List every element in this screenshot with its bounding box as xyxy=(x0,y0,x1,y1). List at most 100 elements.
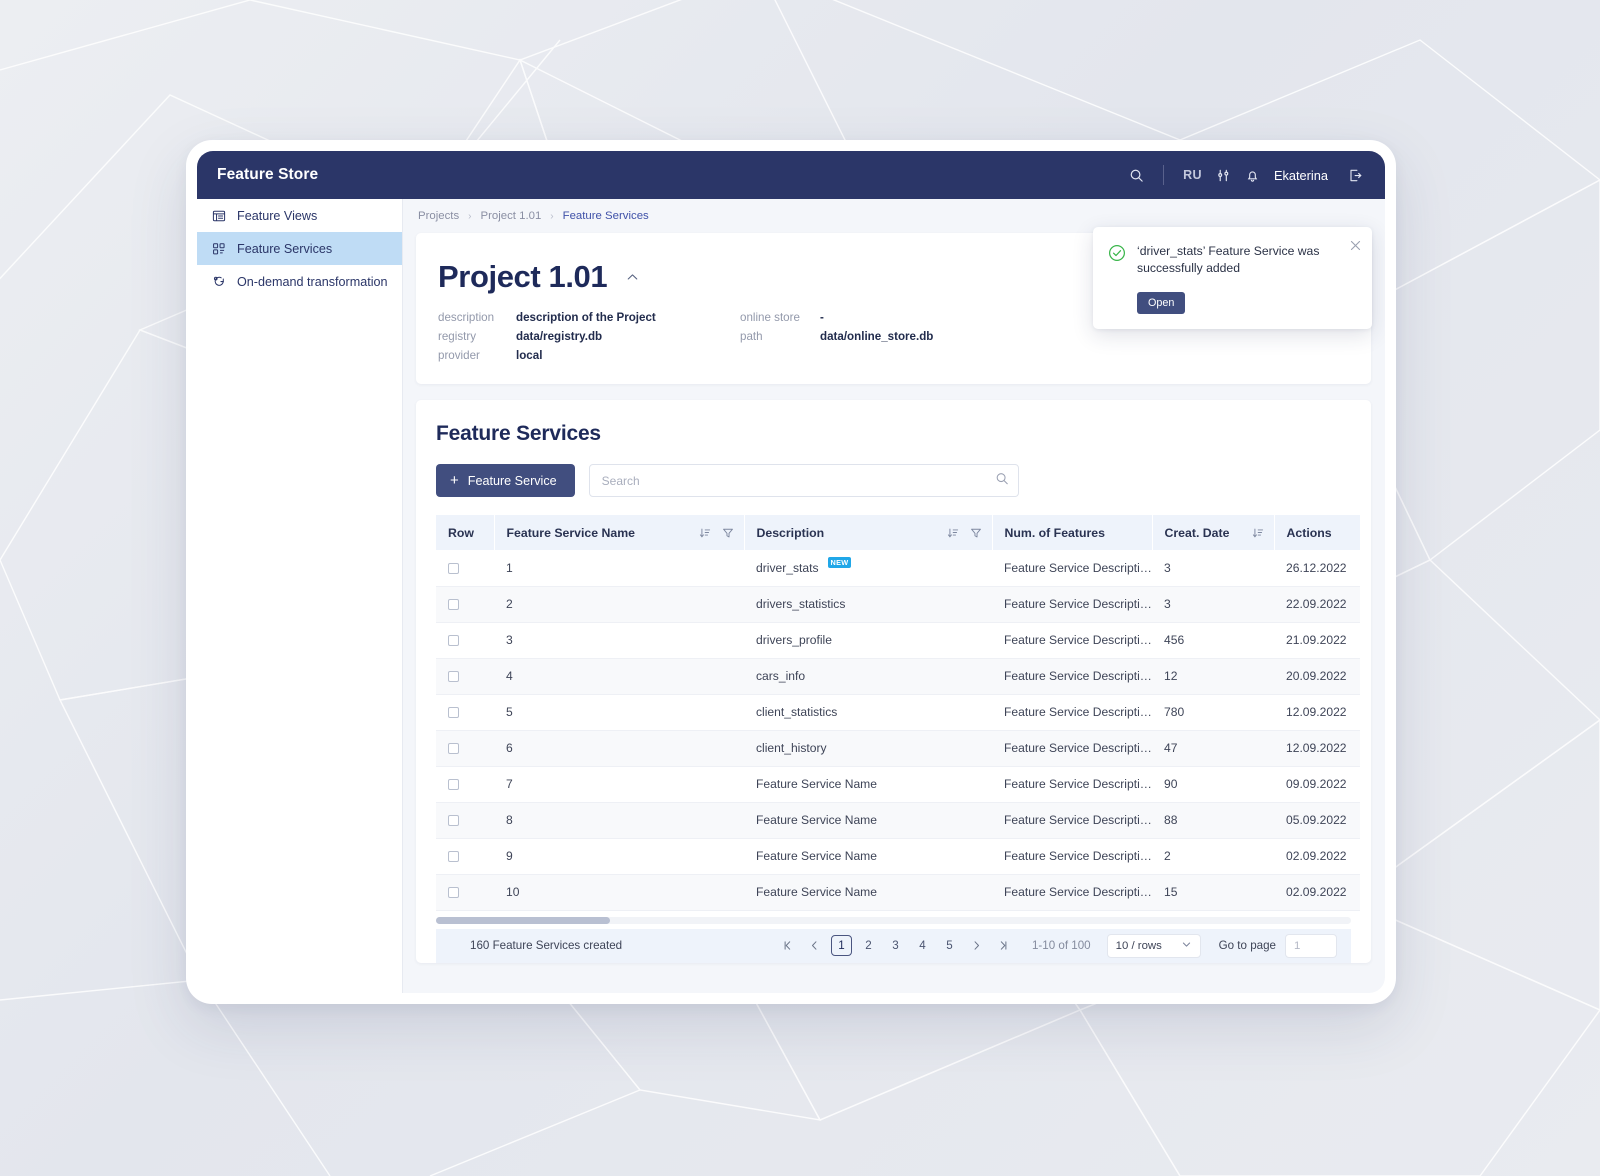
cell-num-of-features: 47 xyxy=(1152,730,1274,767)
page-button-4[interactable]: 4 xyxy=(912,935,933,956)
row-checkbox-cell[interactable] xyxy=(436,874,494,911)
sidebar-item-feature-views[interactable]: Feature Views xyxy=(197,199,402,232)
meta-value-registry: data/registry.db xyxy=(516,330,603,343)
table-row[interactable]: 9 Feature Service Name Feature Service Des… xyxy=(436,838,1360,875)
sliders-icon[interactable] xyxy=(1216,168,1231,183)
cell-creation-date: 20.09.2022 xyxy=(1274,658,1360,695)
meta-value-description: description of the Project xyxy=(516,311,656,324)
row-checkbox-cell[interactable] xyxy=(436,802,494,839)
sort-icon[interactable] xyxy=(947,527,959,539)
row-checkbox[interactable] xyxy=(448,671,459,683)
pagination: 1 2 3 4 5 1-10 of 100 10 / rows Go to pa… xyxy=(774,933,1337,958)
filter-icon[interactable] xyxy=(970,527,982,539)
cell-description: Feature Service Description xyxy=(992,622,1152,659)
row-checkbox-cell[interactable] xyxy=(436,694,494,731)
last-page-icon[interactable] xyxy=(993,935,1014,956)
row-checkbox[interactable] xyxy=(448,743,459,755)
goto-page-input[interactable] xyxy=(1285,933,1337,958)
bell-icon[interactable] xyxy=(1245,168,1260,183)
row-checkbox-cell[interactable] xyxy=(436,730,494,767)
row-checkbox-cell[interactable] xyxy=(436,766,494,803)
sort-icon[interactable] xyxy=(699,527,711,539)
table-row[interactable]: 5 client_statistics Feature Service Descri… xyxy=(436,694,1360,731)
app-inner: Feature Store RU Ekaterina Feature Views… xyxy=(197,151,1385,993)
next-page-icon[interactable] xyxy=(966,935,987,956)
page-button-5[interactable]: 5 xyxy=(939,935,960,956)
page-button-2[interactable]: 2 xyxy=(858,935,879,956)
breadcrumb-item-projects[interactable]: Projects xyxy=(418,210,459,222)
feature-service-name: Feature Service Name xyxy=(756,813,877,827)
row-checkbox[interactable] xyxy=(448,779,459,791)
cell-row-number: 1 xyxy=(494,550,744,587)
page-button-3[interactable]: 3 xyxy=(885,935,906,956)
transform-icon xyxy=(211,274,226,289)
row-checkbox-cell[interactable] xyxy=(436,550,494,587)
cell-description: Feature Service Description xyxy=(992,586,1152,623)
language-switcher[interactable]: RU xyxy=(1183,168,1202,182)
filter-icon[interactable] xyxy=(722,527,734,539)
user-name[interactable]: Ekaterina xyxy=(1274,168,1328,183)
row-checkbox-cell[interactable] xyxy=(436,622,494,659)
cell-num-of-features: 3 xyxy=(1152,550,1274,587)
feature-services-card: Feature Services + Feature Service Searc… xyxy=(416,400,1371,963)
page-button-1[interactable]: 1 xyxy=(830,935,852,956)
add-feature-service-button[interactable]: + Feature Service xyxy=(436,464,575,497)
logout-icon[interactable] xyxy=(1348,168,1363,183)
prev-page-icon[interactable] xyxy=(804,935,825,956)
search-input[interactable] xyxy=(588,464,1019,497)
row-checkbox[interactable] xyxy=(448,563,459,575)
feature-service-name: client_history xyxy=(756,741,827,755)
row-checkbox[interactable] xyxy=(448,599,459,611)
table-row[interactable]: 3 drivers_profile Feature Service Descript… xyxy=(436,622,1360,659)
add-button-label: Feature Service xyxy=(467,473,557,488)
meta-spacer xyxy=(820,349,1347,362)
column-header-row[interactable]: Row xyxy=(436,515,495,550)
sidebar-item-on-demand-transformation[interactable]: On-demand transformation xyxy=(197,265,402,298)
table-row[interactable]: 8 Feature Service Name Feature Service Des… xyxy=(436,802,1360,839)
rows-per-page-value: 10 / rows xyxy=(1115,939,1162,952)
column-label: Actions xyxy=(1286,525,1332,540)
toast-open-button[interactable]: Open xyxy=(1137,291,1186,314)
cell-row-number: 3 xyxy=(494,622,744,659)
breadcrumb-item-current[interactable]: Feature Services xyxy=(563,210,649,222)
pagination-range: 1-10 of 100 xyxy=(1031,939,1091,952)
row-checkbox[interactable] xyxy=(448,815,459,827)
row-checkbox[interactable] xyxy=(448,635,459,647)
chevron-up-icon[interactable] xyxy=(623,268,641,286)
sidebar: Feature Views Feature Services On-demand… xyxy=(197,199,403,993)
table-header-row: Row Feature Service Name Description Num… xyxy=(436,515,1360,550)
table-row[interactable]: 6 client_history Feature Service Descripti… xyxy=(436,730,1360,767)
row-checkbox[interactable] xyxy=(448,887,459,899)
column-header-feature-service-name[interactable]: Feature Service Name xyxy=(494,515,745,550)
horizontal-scrollbar[interactable] xyxy=(436,916,1351,924)
column-header-actions: Actions xyxy=(1274,515,1360,550)
table-scroll-area: Row Feature Service Name Description Num… xyxy=(436,515,1360,963)
cell-creation-date: 05.09.2022 xyxy=(1274,802,1360,839)
table-row[interactable]: 7 Feature Service Name Feature Service Des… xyxy=(436,766,1360,803)
cell-description: Feature Service Description xyxy=(992,874,1152,911)
row-checkbox-cell[interactable] xyxy=(436,586,494,623)
search-icon[interactable] xyxy=(1129,168,1144,183)
page-title: Project 1.01 xyxy=(438,259,608,294)
column-header-creation-date[interactable]: Creat. Date xyxy=(1152,515,1275,550)
cell-creation-date: 22.09.2022 xyxy=(1274,586,1360,623)
row-checkbox[interactable] xyxy=(448,851,459,863)
toast-message: ‘driver_stats’ Feature Service was succe… xyxy=(1137,244,1320,276)
column-header-description[interactable]: Description xyxy=(744,515,993,550)
table-row[interactable]: 2 drivers_statistics Feature Service Descr… xyxy=(436,586,1360,623)
table-body: 1 driver_stats NEW Feature Service Descript… xyxy=(436,550,1360,911)
sidebar-item-feature-services[interactable]: Feature Services xyxy=(197,232,402,265)
row-checkbox[interactable] xyxy=(448,707,459,719)
row-checkbox-cell[interactable] xyxy=(436,658,494,695)
first-page-icon[interactable] xyxy=(777,935,798,956)
scrollbar-thumb[interactable] xyxy=(436,916,610,924)
table-row[interactable]: 10 Feature Service Name Feature Service De… xyxy=(436,874,1360,911)
close-icon[interactable] xyxy=(1350,240,1361,251)
table-row[interactable]: 4 cars_info Feature Service Description 12 2… xyxy=(436,658,1360,695)
row-checkbox-cell[interactable] xyxy=(436,838,494,875)
column-header-num-of-features[interactable]: Num. of Features xyxy=(992,515,1153,550)
table-row[interactable]: 1 driver_stats NEW Feature Service Descript… xyxy=(436,550,1360,587)
rows-per-page-select[interactable]: 10 / rows xyxy=(1106,933,1201,958)
breadcrumb-item-project[interactable]: Project 1.01 xyxy=(481,210,542,222)
sort-icon[interactable] xyxy=(1252,527,1264,539)
